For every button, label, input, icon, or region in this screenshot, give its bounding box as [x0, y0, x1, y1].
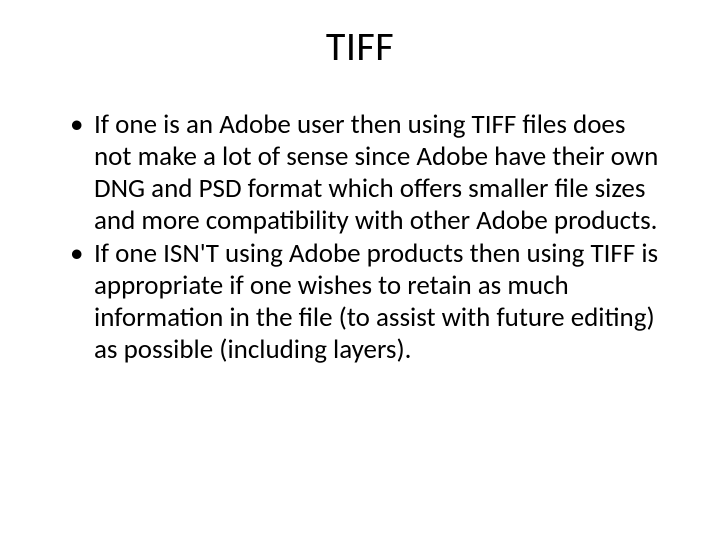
bullet-list: If one is an Adobe user then using TIFF …	[48, 109, 672, 366]
slide: TIFF If one is an Adobe user then using …	[0, 0, 720, 540]
slide-title: TIFF	[48, 22, 672, 71]
list-item: If one ISN'T using Adobe products then u…	[76, 238, 666, 365]
list-item: If one is an Adobe user then using TIFF …	[76, 109, 666, 236]
